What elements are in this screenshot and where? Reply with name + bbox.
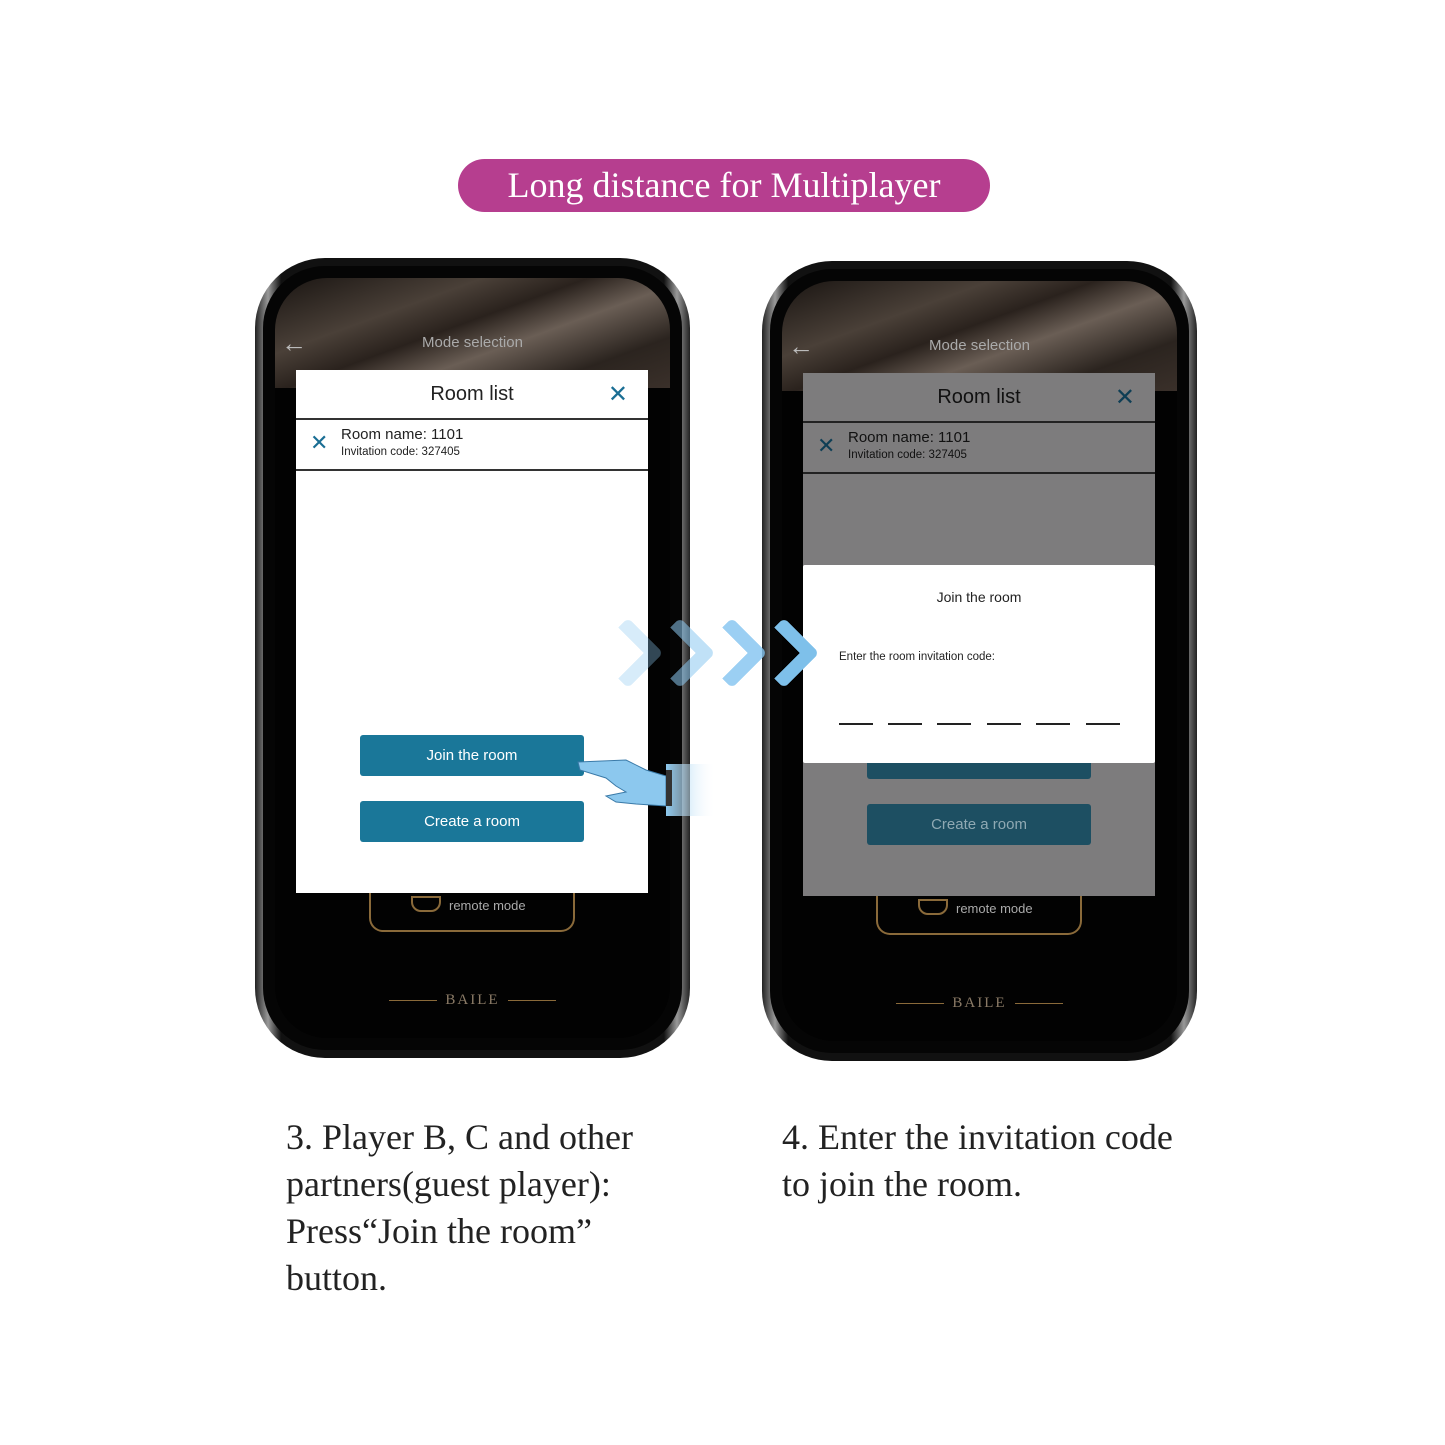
remote-mode-label: remote mode	[956, 901, 1033, 916]
code-slot[interactable]	[937, 723, 971, 725]
code-slot[interactable]	[1036, 723, 1070, 725]
caption-line: partners(guest player):	[286, 1164, 611, 1204]
step-3-caption: 3. Player B, C and other partners(guest …	[286, 1114, 633, 1302]
code-slot[interactable]	[839, 723, 873, 725]
phone-screen: ← Mode selection remote mode BAILE Room …	[782, 281, 1177, 1041]
caption-line: 3. Player B, C and other	[286, 1117, 633, 1157]
remote-mode-button[interactable]: remote mode	[369, 888, 575, 932]
divider	[296, 469, 648, 471]
globe-icon	[411, 896, 441, 912]
close-icon[interactable]: ✕	[608, 380, 628, 409]
code-slot[interactable]	[888, 723, 922, 725]
code-label: Enter the room invitation code:	[839, 651, 995, 663]
invitation-code: Invitation code: 327405	[848, 449, 967, 461]
delete-room-icon[interactable]: ✕	[310, 430, 328, 456]
modal-title: Room list	[430, 383, 514, 405]
header-title: Mode selection	[422, 334, 523, 351]
create-room-button[interactable]: Create a room	[867, 804, 1091, 845]
globe-icon	[918, 899, 948, 915]
phone-step-4: ← Mode selection remote mode BAILE Room …	[762, 261, 1197, 1061]
header-title: Mode selection	[929, 337, 1030, 354]
step-4-caption: 4. Enter the invitation code to join the…	[782, 1114, 1173, 1208]
room-name: Room name: 1101	[848, 429, 971, 446]
remote-mode-button[interactable]: remote mode	[876, 891, 1082, 935]
remote-mode-label: remote mode	[449, 898, 526, 913]
divider	[296, 418, 648, 420]
close-icon[interactable]: ✕	[1115, 383, 1135, 412]
join-room-button[interactable]: Join the room	[360, 735, 584, 776]
divider	[803, 472, 1155, 474]
join-room-dialog: Join the room Enter the room invitation …	[803, 565, 1155, 763]
title-banner: Long distance for Multiplayer	[458, 159, 990, 212]
code-slot[interactable]	[987, 723, 1021, 725]
create-room-button[interactable]: Create a room	[360, 801, 584, 842]
caption-line: button.	[286, 1258, 388, 1298]
dialog-title: Join the room	[936, 589, 1022, 605]
caption-line: to join the room.	[782, 1164, 1022, 1204]
baile-logo: BAILE	[275, 992, 670, 1009]
divider	[803, 421, 1155, 423]
caption-line: 4. Enter the invitation code	[782, 1117, 1173, 1157]
pointing-hand-icon	[577, 759, 716, 816]
baile-logo: BAILE	[782, 995, 1177, 1012]
code-slot[interactable]	[1086, 723, 1120, 725]
modal-title: Room list	[937, 386, 1021, 408]
delete-room-icon[interactable]: ✕	[817, 433, 835, 459]
invitation-code: Invitation code: 327405	[341, 446, 460, 458]
room-name: Room name: 1101	[341, 426, 464, 443]
caption-line: Press“Join the room”	[286, 1211, 592, 1251]
